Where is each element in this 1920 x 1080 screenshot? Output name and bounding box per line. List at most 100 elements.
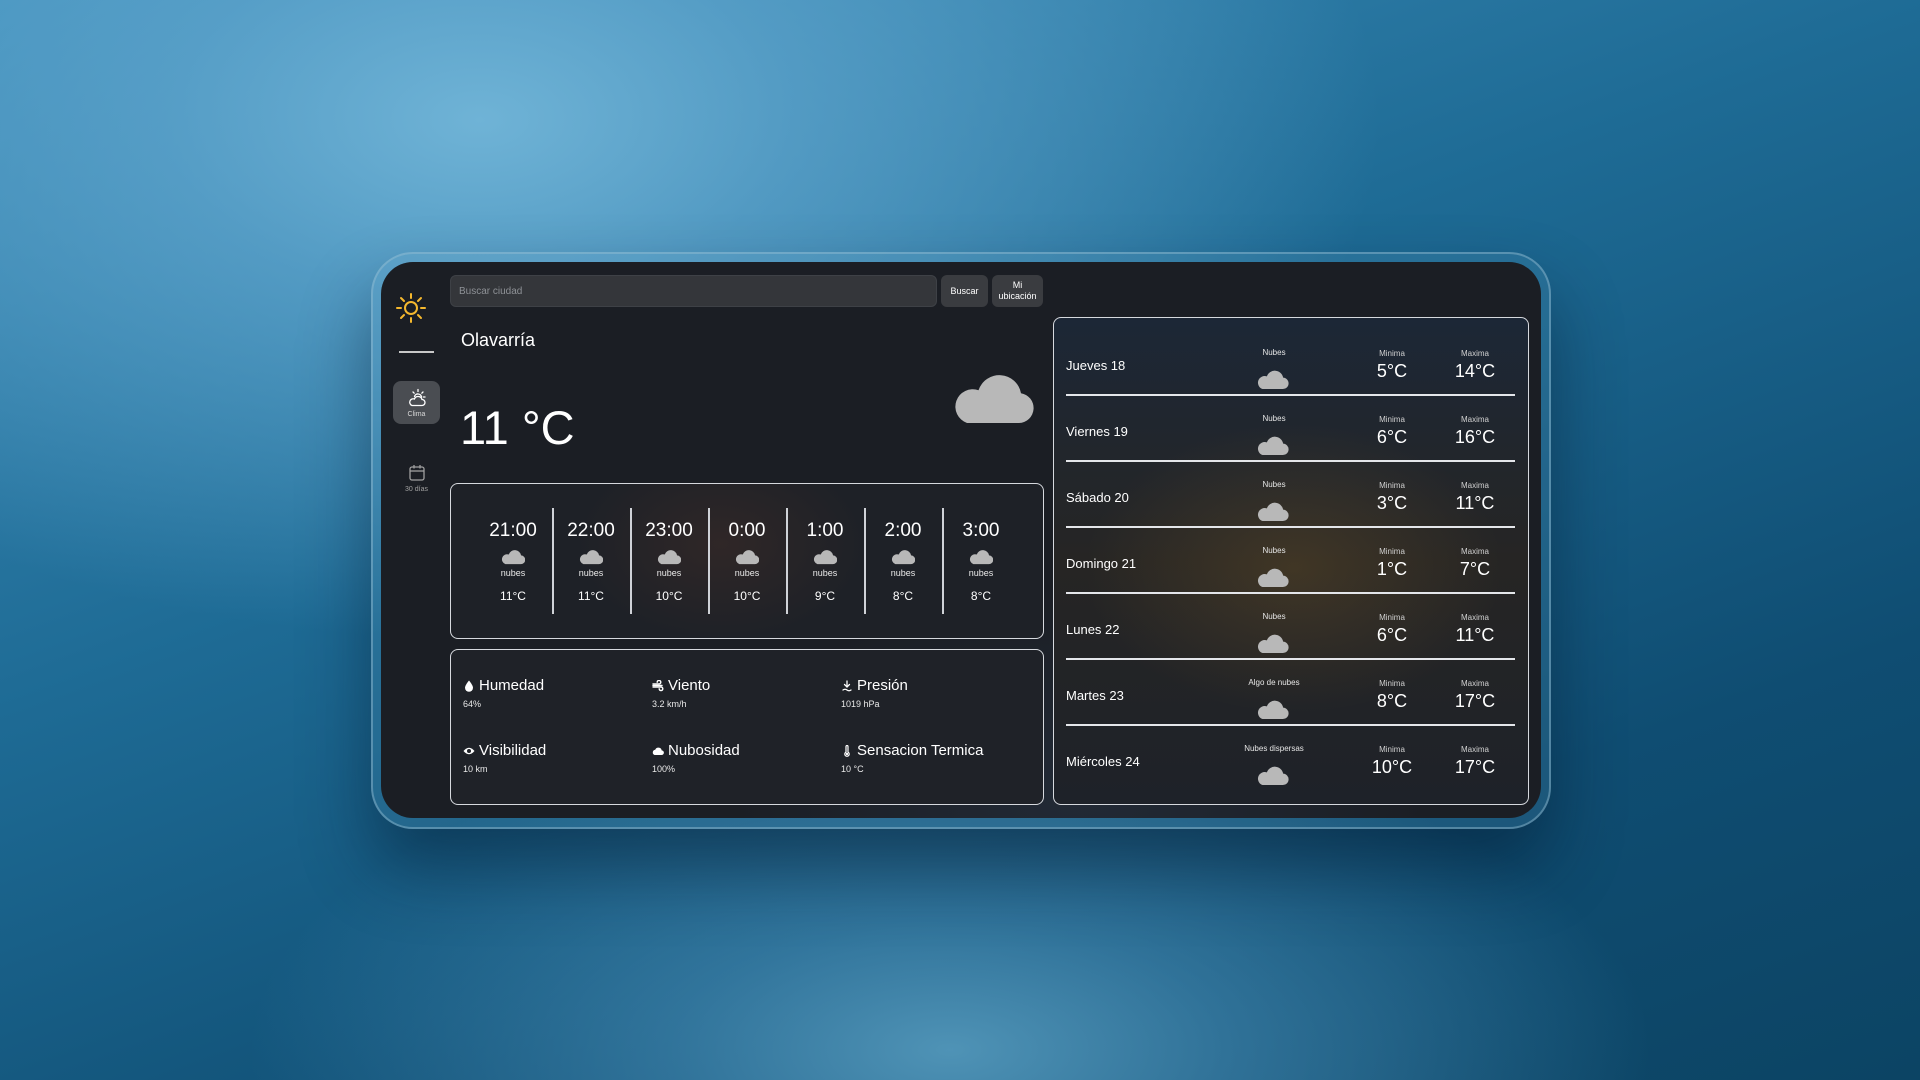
cloud-icon (658, 550, 681, 565)
hourly-item: 0:00 nubes 10°C (708, 508, 786, 614)
sidebar-divider (399, 351, 434, 353)
min-label: Minima (1379, 349, 1405, 358)
forecast-min: Minima 3°C (1362, 481, 1422, 514)
forecast-day-name: Lunes 22 (1066, 622, 1120, 637)
forecast-day-name: Domingo 21 (1066, 556, 1137, 571)
detail-value: 1019 hPa (841, 699, 880, 709)
hour-time: 21:00 (489, 520, 537, 541)
cloud-icon (502, 550, 525, 565)
hour-temperature: 10°C (733, 589, 761, 603)
hour-time: 1:00 (806, 520, 844, 541)
current-temperature: 11 °C (460, 401, 575, 454)
max-label: Maxima (1460, 481, 1489, 490)
forecast-day-name: Viernes 19 (1066, 424, 1128, 439)
my-location-button[interactable]: Mi ubicación (992, 275, 1043, 307)
forecast-day-description: Nubes (1262, 480, 1286, 489)
hourly-item: 3:00 nubes 8°C (942, 508, 1020, 614)
wind-icon (652, 679, 664, 691)
forecast-min: Minima 5°C (1362, 349, 1422, 382)
hourly-item: 21:00 nubes 11°C (474, 508, 552, 614)
cloud-icon (814, 550, 837, 565)
forecast-day-description: Nubes (1262, 612, 1286, 621)
forecast-day-row: Lunes 22 Nubes Minima 6°C Maxima 11°C (1054, 592, 1503, 658)
cloud-icon (1257, 700, 1289, 720)
hour-temperature: 11°C (578, 589, 604, 603)
pressure-icon (842, 679, 852, 691)
forecast-day-row: Martes 23 Algo de nubes Minima 8°C Maxima 17°… (1054, 658, 1503, 724)
hour-temperature: 8°C (970, 589, 992, 603)
max-label: Maxima (1460, 679, 1489, 688)
detail-pressure: Presión 1019 hPa (841, 677, 1021, 709)
hour-time: 3:00 (962, 520, 1000, 541)
eye-icon (463, 747, 475, 754)
cloud-icon (1257, 634, 1289, 654)
hour-description: nubes (812, 568, 838, 578)
forecast-day-name: Miércoles 24 (1066, 754, 1140, 769)
forecast-day-name: Martes 23 (1066, 688, 1124, 703)
forecast-day-description: Algo de nubes (1248, 678, 1300, 687)
max-label: Maxima (1460, 349, 1489, 358)
search-button[interactable]: Buscar (941, 275, 988, 307)
cloud-icon (1257, 370, 1289, 390)
weather-app: Clima 30 días Buscar Mi ubicación Olavar… (381, 262, 1541, 818)
min-value: 8°C (1376, 691, 1408, 711)
sun-icon[interactable] (395, 292, 427, 324)
forecast-max: Maxima 11°C (1445, 613, 1505, 646)
min-label: Minima (1379, 679, 1405, 688)
detail-label: Humedad (479, 677, 545, 694)
forecast-day-row: Viernes 19 Nubes Minima 6°C Maxima 16°C (1054, 394, 1503, 460)
forecast-day-description: Nubes (1262, 414, 1286, 423)
search-input[interactable] (450, 275, 937, 307)
hour-description: nubes (578, 568, 604, 578)
min-label: Minima (1379, 415, 1405, 424)
detail-label: Presión (857, 677, 908, 694)
hourly-item: 1:00 nubes 9°C (786, 508, 864, 614)
cloud-icon (1257, 766, 1289, 786)
min-value: 5°C (1376, 361, 1408, 381)
forecast-min: Minima 6°C (1362, 415, 1422, 448)
forecast-max: Maxima 17°C (1445, 679, 1505, 712)
forecast-max: Maxima 14°C (1445, 349, 1505, 382)
hour-time: 0:00 (728, 520, 766, 541)
hour-description: nubes (656, 568, 682, 578)
detail-label: Visibilidad (479, 742, 547, 759)
thermometer-icon (844, 744, 850, 757)
forecast-min: Minima 6°C (1362, 613, 1422, 646)
forecast-min: Minima 8°C (1362, 679, 1422, 712)
hour-temperature: 9°C (814, 589, 836, 603)
forecast-max: Maxima 17°C (1445, 745, 1505, 778)
my-location-label-line2: ubicación (998, 291, 1037, 301)
max-label: Maxima (1460, 745, 1489, 754)
min-label: Minima (1379, 481, 1405, 490)
sidebar-item-clima[interactable]: Clima (393, 381, 440, 424)
forecast-max: Maxima 11°C (1445, 481, 1505, 514)
forecast-day-name: Sábado 20 (1066, 490, 1129, 505)
detail-cloudiness: Nubosidad 100% (652, 742, 832, 774)
forecast-day-row: Domingo 21 Nubes Minima 1°C Maxima 7°C (1054, 526, 1503, 592)
hour-description: nubes (968, 568, 994, 578)
cloud-icon (1257, 436, 1289, 456)
detail-label: Sensacion Termica (857, 742, 984, 759)
max-value: 14°C (1454, 361, 1496, 381)
cloud-sun-icon (408, 388, 426, 406)
forecast-day-name: Jueves 18 (1066, 358, 1126, 373)
forecast-day-row: Miércoles 24 Nubes dispersas Minima 10°C Max… (1054, 724, 1503, 790)
cloud-icon (652, 747, 664, 755)
hour-temperature: 8°C (892, 589, 914, 603)
hour-time: 23:00 (645, 520, 693, 541)
calendar-icon (408, 464, 425, 481)
min-label: Minima (1379, 745, 1405, 754)
detail-value: 3.2 km/h (652, 699, 687, 709)
max-label: Maxima (1460, 415, 1489, 424)
hour-description: nubes (890, 568, 916, 578)
max-value: 11°C (1455, 493, 1495, 513)
hourly-item: 2:00 nubes 8°C (864, 508, 942, 614)
sidebar-item-30-dias[interactable]: 30 días (393, 456, 440, 499)
min-value: 6°C (1376, 625, 1408, 645)
hour-description: nubes (734, 568, 760, 578)
max-value: 17°C (1454, 757, 1496, 777)
max-value: 17°C (1454, 691, 1496, 711)
cloud-icon (580, 550, 603, 565)
min-value: 1°C (1376, 559, 1408, 579)
detail-visibility: Visibilidad 10 km (463, 742, 643, 774)
